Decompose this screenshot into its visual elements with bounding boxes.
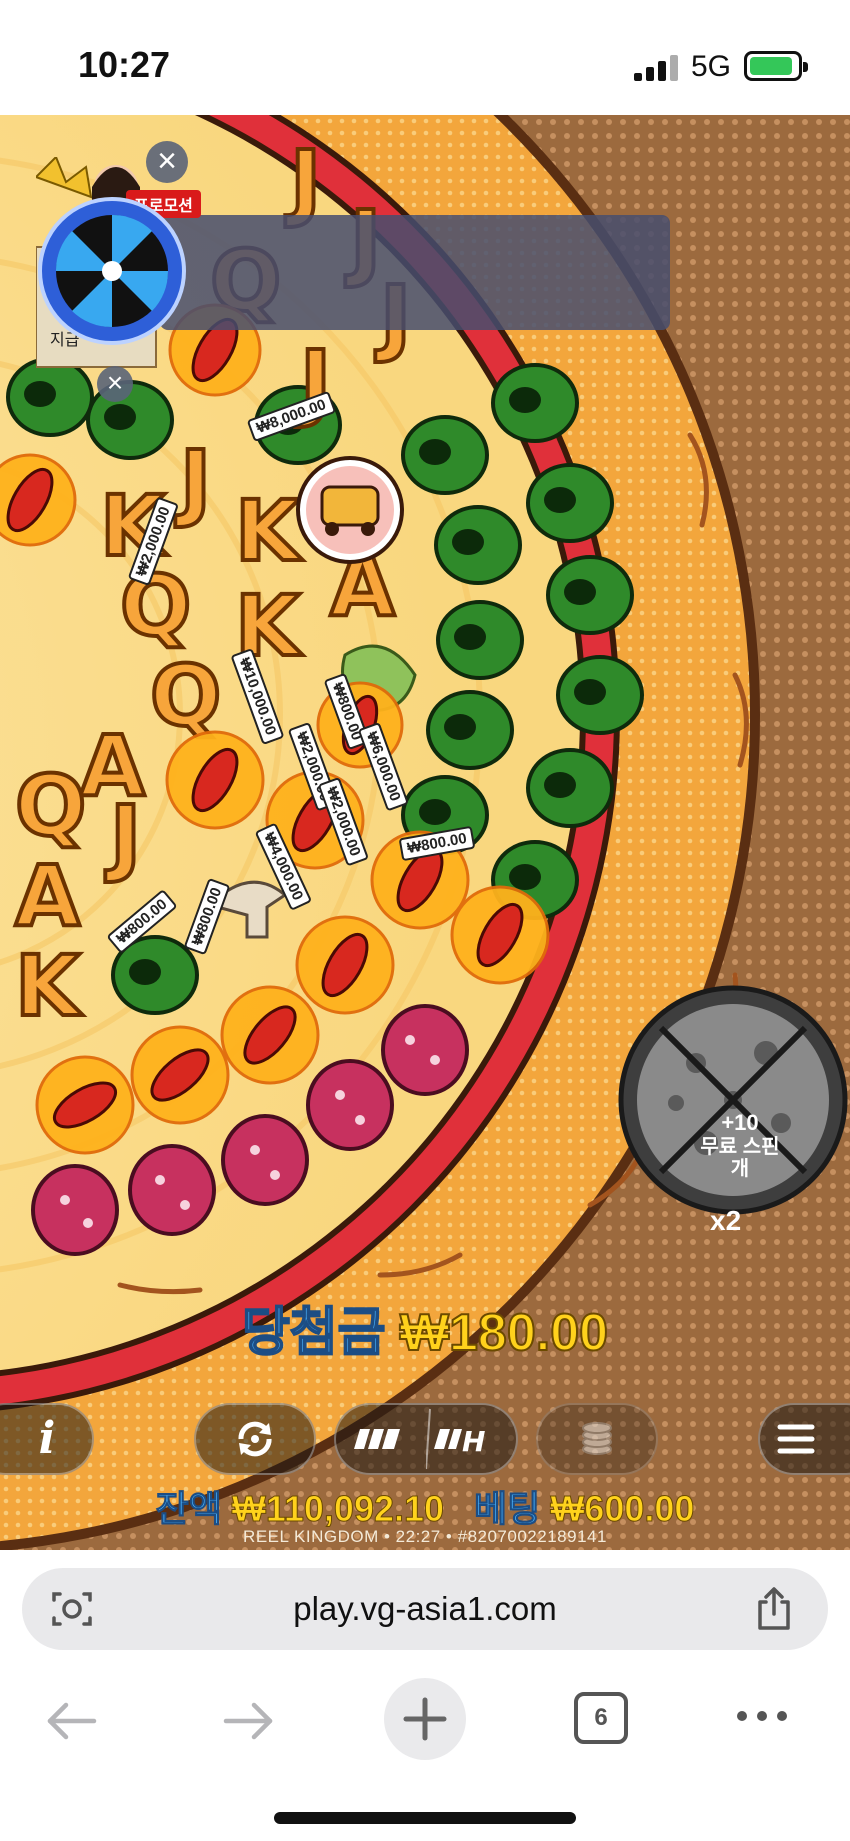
info-button[interactable]: i: [0, 1403, 94, 1475]
address-bar[interactable]: play.vg-asia1.com: [22, 1568, 828, 1650]
url-text[interactable]: play.vg-asia1.com: [22, 1568, 828, 1650]
win-amount: ₩180.00: [399, 1303, 609, 1363]
status-time: 10:27: [78, 44, 171, 85]
svg-text:H: H: [462, 1425, 485, 1458]
game-footer: REEL KINGDOM • 22:27 • #82070022189141: [243, 1527, 607, 1546]
network-label: 5G: [691, 50, 732, 83]
wheel-close-button[interactable]: ×: [97, 366, 133, 402]
svg-text:Q: Q: [150, 647, 221, 745]
balance-amount: ₩110,092.10: [231, 1488, 445, 1530]
free-spins-badge[interactable]: [616, 983, 850, 1217]
forward-arrow-icon[interactable]: [218, 1696, 278, 1746]
free-spins-label-1: 무료 스핀: [700, 1136, 780, 1158]
svg-text:Q: Q: [15, 757, 86, 855]
game-area[interactable]: JJQJ JJKK AQKQ AJQA K: [0, 115, 850, 1550]
bet-coins-button[interactable]: [536, 1403, 658, 1475]
svg-text:J: J: [175, 432, 211, 530]
turbo-controls[interactable]: H: [334, 1403, 518, 1475]
free-spins-plus: +10: [721, 1110, 759, 1135]
browser-nav: 6: [0, 1670, 850, 1780]
promo-banner[interactable]: [160, 215, 670, 330]
bet-amount: ₩600.00: [550, 1488, 695, 1530]
bet-label: 베팅: [474, 1488, 541, 1530]
free-spins-info: +10 무료 스핀 개 x2: [690, 1110, 790, 1236]
balance-bet-line: 잔액 ₩110,092.10 베팅 ₩600.00: [0, 1480, 850, 1532]
tab-count-button[interactable]: 6: [574, 1692, 628, 1744]
autoplay-icon: [238, 1421, 272, 1457]
free-spins-multiplier: x2: [710, 1205, 742, 1236]
info-icon: i: [38, 1413, 56, 1464]
svg-text:A: A: [15, 847, 80, 945]
balance-label: 잔액: [155, 1488, 222, 1530]
signal-icon: [634, 55, 678, 81]
menu-button[interactable]: [758, 1403, 850, 1475]
more-options-icon[interactable]: [734, 1706, 790, 1726]
prize-wheel-icon[interactable]: [38, 197, 186, 345]
promo-close-button[interactable]: ×: [146, 141, 188, 183]
turbo-spin-icon[interactable]: H: [426, 1405, 518, 1473]
autoplay-button[interactable]: [194, 1403, 316, 1475]
svg-text:J: J: [105, 787, 141, 885]
free-spins-label-2: 개: [730, 1158, 750, 1180]
plus-icon: [403, 1697, 447, 1741]
svg-text:K: K: [235, 482, 303, 580]
win-display: 당첨금 ₩180.00: [0, 1290, 850, 1365]
coins-icon: [582, 1422, 612, 1455]
hamburger-icon: [777, 1424, 815, 1454]
battery-icon: [744, 51, 808, 81]
status-bar: 10:27 5G: [0, 0, 850, 115]
back-arrow-icon[interactable]: [42, 1696, 102, 1746]
win-label: 당첨금: [241, 1303, 387, 1363]
browser-toolbar: play.vg-asia1.com 6: [0, 1550, 850, 1841]
food-truck-bonus-symbol: [296, 456, 404, 564]
home-indicator: [274, 1812, 576, 1824]
quick-spin-icon[interactable]: [336, 1405, 428, 1473]
new-tab-button[interactable]: [384, 1678, 466, 1760]
svg-text:K: K: [15, 937, 83, 1035]
share-icon[interactable]: [752, 1586, 796, 1632]
